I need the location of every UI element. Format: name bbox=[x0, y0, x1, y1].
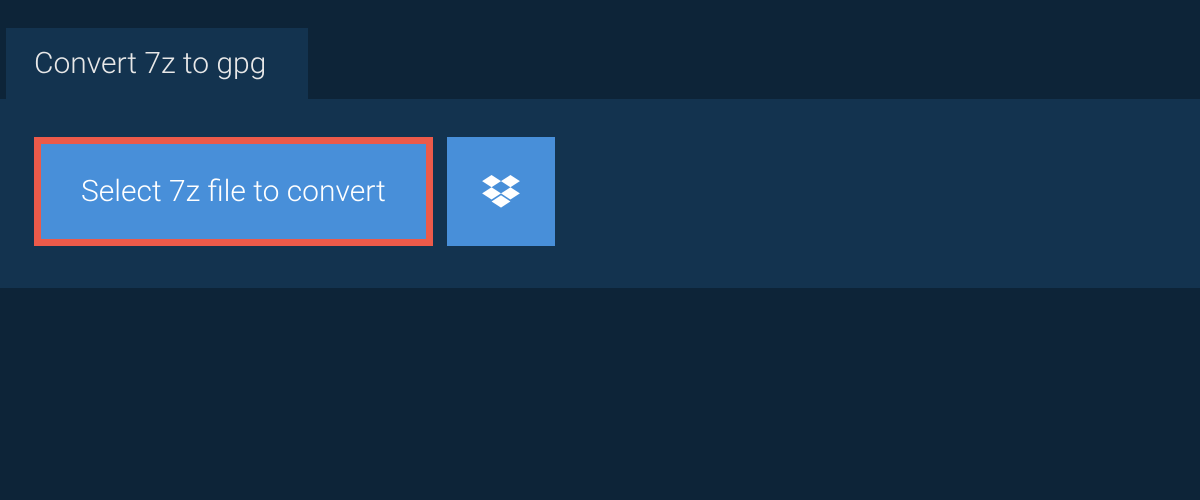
convert-panel: Select 7z file to convert bbox=[0, 99, 1200, 288]
dropbox-button[interactable] bbox=[447, 137, 555, 246]
dropbox-icon bbox=[482, 175, 520, 209]
tab-convert[interactable]: Convert 7z to gpg bbox=[6, 28, 308, 99]
tab-title: Convert 7z to gpg bbox=[34, 46, 266, 81]
file-select-row: Select 7z file to convert bbox=[34, 137, 1166, 246]
tab-bar: Convert 7z to gpg bbox=[0, 0, 1200, 99]
select-file-label: Select 7z file to convert bbox=[81, 174, 386, 209]
select-file-button[interactable]: Select 7z file to convert bbox=[34, 137, 433, 246]
